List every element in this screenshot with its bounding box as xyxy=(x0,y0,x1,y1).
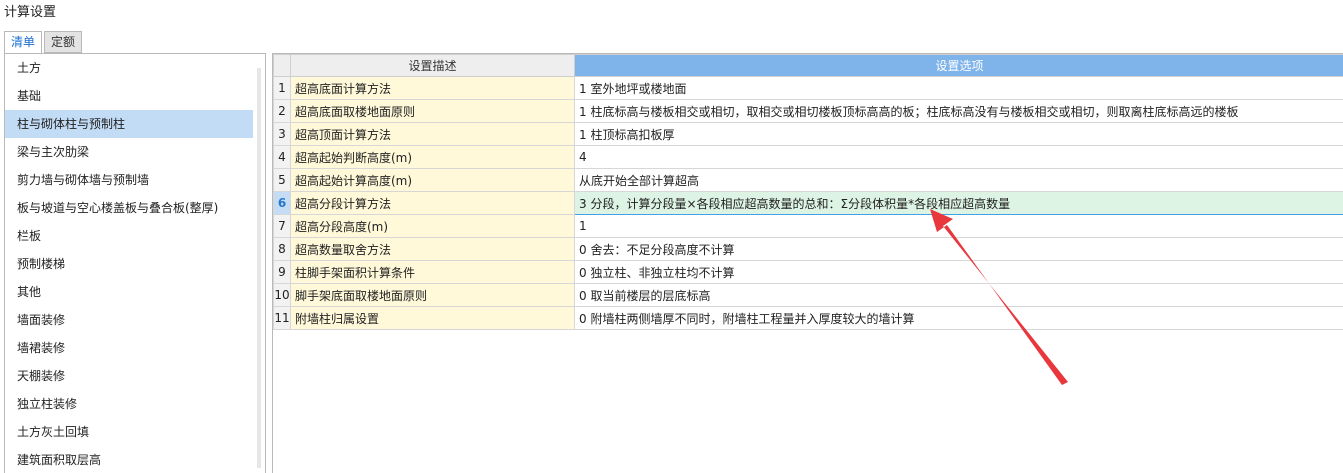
empty-cell xyxy=(290,375,575,399)
empty-grid-row xyxy=(273,329,1343,353)
column-header-option[interactable]: 设置选项 xyxy=(574,54,1343,77)
setting-description-cell: 超高分段高度(m) xyxy=(290,214,575,238)
category-item[interactable]: 剪力墙与砌体墙与预制墙 xyxy=(5,166,265,194)
empty-grid-row xyxy=(273,444,1343,468)
column-header-description[interactable]: 设置描述 xyxy=(290,54,575,77)
empty-grid-row xyxy=(273,352,1343,376)
row-number-cell: 11 xyxy=(273,306,291,330)
grid-row[interactable]: 9 柱脚手架面积计算条件 0 独立柱、非独立柱均不计算 xyxy=(273,260,1343,284)
row-number-cell: 2 xyxy=(273,99,291,123)
setting-description-cell: 超高底面计算方法 xyxy=(290,76,575,100)
category-item[interactable]: 预制楼梯 xyxy=(5,250,265,278)
category-item[interactable]: 栏板 xyxy=(5,222,265,250)
category-item[interactable]: 梁与主次肋梁 xyxy=(5,138,265,166)
empty-grid-row xyxy=(273,421,1343,445)
tab-bill[interactable]: 清单 xyxy=(4,31,43,54)
row-number-cell: 5 xyxy=(273,168,291,192)
empty-cell xyxy=(273,444,291,468)
category-item[interactable]: 独立柱装修 xyxy=(5,390,265,418)
empty-grid-row xyxy=(273,467,1343,473)
setting-description-cell: 超高顶面计算方法 xyxy=(290,122,575,146)
grid-row[interactable]: 3 超高顶面计算方法 1 柱顶标高扣板厚 xyxy=(273,122,1343,146)
grid-row[interactable]: 1 超高底面计算方法 1 室外地坪或楼地面 xyxy=(273,76,1343,100)
empty-cell xyxy=(273,421,291,445)
category-list: 土方 基础 柱与砌体柱与预制柱 梁与主次肋梁 剪力墙与砌体墙与预制墙 板与坡道与空心楼盖板… xyxy=(4,53,266,473)
setting-description-cell: 超高起始计算高度(m) xyxy=(290,168,575,192)
setting-option-cell[interactable]: 1 柱底标高与楼板相交或相切，取相交或相切楼板顶标高高的板；柱底标高没有与楼板相… xyxy=(574,99,1343,123)
setting-description-cell: 附墙柱归属设置 xyxy=(290,306,575,330)
grid-row[interactable]: 5 超高起始计算高度(m) 从底开始全部计算超高 xyxy=(273,168,1343,192)
empty-cell xyxy=(273,352,291,376)
grid-row[interactable]: 7 超高分段高度(m) 1 xyxy=(273,214,1343,238)
tab-quota[interactable]: 定额 xyxy=(44,31,83,53)
row-number-cell: 8 xyxy=(273,237,291,261)
row-number-cell: 1 xyxy=(273,76,291,100)
empty-cell xyxy=(290,329,575,353)
row-number-cell: 4 xyxy=(273,145,291,169)
setting-option-cell[interactable]: 3 分段，计算分段量×各段相应超高数量的总和：Σ分段体积量*各段相应超高数量 xyxy=(574,191,1343,215)
category-item[interactable]: 基础 xyxy=(5,82,265,110)
empty-cell xyxy=(290,467,575,473)
grid-row[interactable]: 6 超高分段计算方法 3 分段，计算分段量×各段相应超高数量的总和：Σ分段体积量*各… xyxy=(273,191,1343,215)
category-item[interactable]: 天棚装修 xyxy=(5,362,265,390)
empty-cell xyxy=(290,421,575,445)
grid-row[interactable]: 4 超高起始判断高度(m) 4 xyxy=(273,145,1343,169)
empty-cell xyxy=(273,467,291,473)
empty-grid-row xyxy=(273,398,1343,422)
settings-grid: 设置描述 设置选项 1 超高底面计算方法 1 室外地坪或楼地面 2 超高底面取楼地面原则… xyxy=(272,53,1343,473)
row-number-cell: 9 xyxy=(273,260,291,284)
setting-option-cell[interactable]: 从底开始全部计算超高 xyxy=(574,168,1343,192)
empty-cell xyxy=(574,444,1343,468)
setting-description-cell: 柱脚手架面积计算条件 xyxy=(290,260,575,284)
row-number-cell: 3 xyxy=(273,122,291,146)
setting-option-cell[interactable]: 0 取当前楼层的层底标高 xyxy=(574,283,1343,307)
setting-description-cell: 超高底面取楼地面原则 xyxy=(290,99,575,123)
setting-option-cell[interactable]: 0 舍去：不足分段高度不计算 xyxy=(574,237,1343,261)
setting-description-cell: 超高数量取舍方法 xyxy=(290,237,575,261)
category-item[interactable]: 柱与砌体柱与预制柱 xyxy=(5,110,253,138)
category-item[interactable]: 板与坡道与空心楼盖板与叠合板(整厚) xyxy=(5,194,265,222)
category-item[interactable]: 墙面装修 xyxy=(5,306,265,334)
setting-description-cell: 脚手架底面取楼地面原则 xyxy=(290,283,575,307)
row-number-cell: 7 xyxy=(273,214,291,238)
empty-cell xyxy=(273,375,291,399)
category-item[interactable]: 其他 xyxy=(5,278,265,306)
grid-row[interactable]: 10 脚手架底面取楼地面原则 0 取当前楼层的层底标高 xyxy=(273,283,1343,307)
grid-row[interactable]: 2 超高底面取楼地面原则 1 柱底标高与楼板相交或相切，取相交或相切楼板顶标高高的板… xyxy=(273,99,1343,123)
category-item[interactable]: 墙裙装修 xyxy=(5,334,265,362)
empty-cell xyxy=(574,467,1343,473)
empty-cell xyxy=(574,398,1343,422)
setting-option-cell[interactable]: 1 柱顶标高扣板厚 xyxy=(574,122,1343,146)
setting-description-cell: 超高起始判断高度(m) xyxy=(290,145,575,169)
grid-header-row: 设置描述 设置选项 xyxy=(273,54,1343,77)
category-item[interactable]: 土方灰土回填 xyxy=(5,418,265,446)
empty-cell xyxy=(574,421,1343,445)
empty-grid-row xyxy=(273,375,1343,399)
category-item[interactable]: 土方 xyxy=(5,54,265,82)
row-number-cell: 6 xyxy=(273,191,291,215)
row-number-header xyxy=(273,54,291,77)
empty-cell xyxy=(290,398,575,422)
setting-description-cell: 超高分段计算方法 xyxy=(290,191,575,215)
category-list-scrollbar[interactable] xyxy=(257,68,261,468)
empty-cell xyxy=(574,375,1343,399)
category-item[interactable]: 建筑面积取层高 xyxy=(5,446,265,473)
empty-cell xyxy=(273,398,291,422)
setting-option-cell[interactable]: 0 附墙柱两侧墙厚不同时，附墙柱工程量并入厚度较大的墙计算 xyxy=(574,306,1343,330)
setting-option-cell[interactable]: 1 xyxy=(574,214,1343,238)
empty-cell xyxy=(574,352,1343,376)
setting-option-cell[interactable]: 4 xyxy=(574,145,1343,169)
row-number-cell: 10 xyxy=(273,283,291,307)
empty-cell xyxy=(574,329,1343,353)
empty-cell xyxy=(290,352,575,376)
window-title: 计算设置 xyxy=(4,5,57,20)
grid-row[interactable]: 8 超高数量取舍方法 0 舍去：不足分段高度不计算 xyxy=(273,237,1343,261)
tab-bar: 清单 定额 xyxy=(4,31,84,54)
setting-option-cell[interactable]: 0 独立柱、非独立柱均不计算 xyxy=(574,260,1343,284)
empty-cell xyxy=(273,329,291,353)
grid-row[interactable]: 11 附墙柱归属设置 0 附墙柱两侧墙厚不同时，附墙柱工程量并入厚度较大的墙计算 xyxy=(273,306,1343,330)
setting-option-cell[interactable]: 1 室外地坪或楼地面 xyxy=(574,76,1343,100)
empty-cell xyxy=(290,444,575,468)
